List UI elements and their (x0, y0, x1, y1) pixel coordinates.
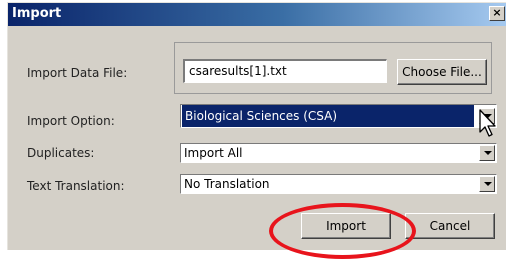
close-icon: × (492, 6, 502, 19)
duplicates-select[interactable]: Import All (180, 143, 497, 163)
duplicates-value: Import All (184, 146, 243, 160)
mouse-cursor-icon (479, 109, 496, 137)
title-bar[interactable]: Import × (8, 3, 506, 26)
chevron-down-icon[interactable] (479, 176, 495, 192)
background-strip (0, 0, 7, 256)
highlight-circle (269, 203, 416, 259)
import-option-label: Import Option: (27, 114, 115, 128)
dialog-title: Import (12, 6, 62, 21)
import-data-file-label: Import Data File: (27, 66, 128, 80)
choose-file-button[interactable]: Choose File... (397, 59, 487, 85)
duplicates-label: Duplicates: (27, 146, 95, 160)
text-translation-label: Text Translation: (27, 179, 125, 193)
import-option-select[interactable]: Biological Sciences (CSA) (180, 104, 497, 128)
text-translation-select[interactable]: No Translation (180, 174, 497, 194)
import-file-input[interactable]: csaresults[1].txt (183, 59, 387, 83)
cancel-button[interactable]: Cancel (405, 213, 495, 239)
text-translation-value: No Translation (184, 177, 270, 191)
close-button[interactable]: × (489, 6, 505, 21)
chevron-down-icon[interactable] (479, 145, 495, 161)
import-option-value: Biological Sciences (CSA) (182, 105, 474, 127)
